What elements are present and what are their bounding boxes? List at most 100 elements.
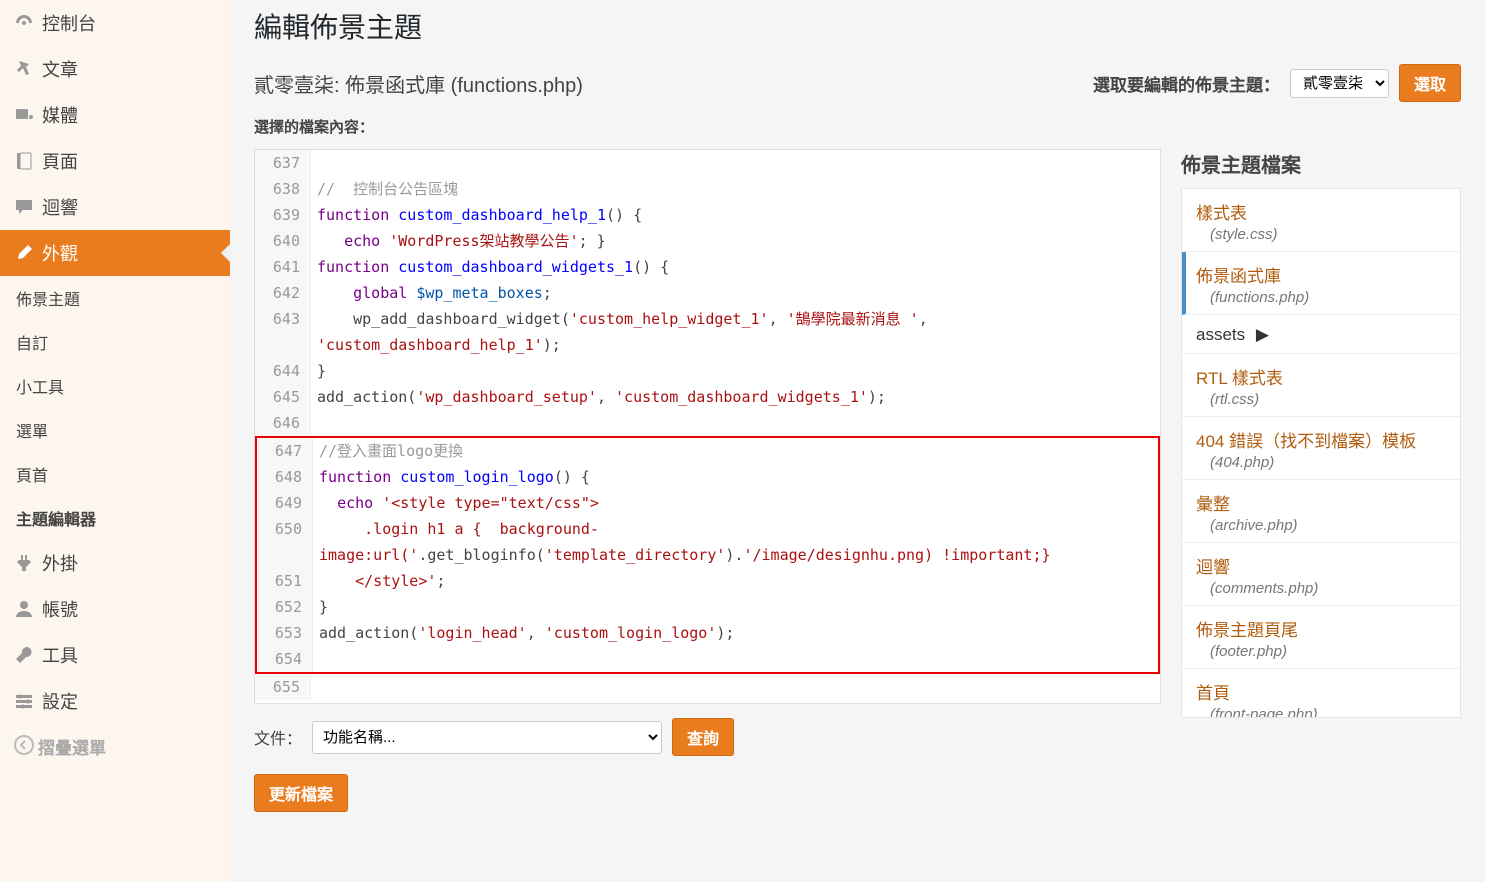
file-subname: (style.css) [1210,226,1446,243]
file-subname: (404.php) [1210,454,1446,471]
doc-label: 文件： [254,725,302,749]
line-number: 654 [257,646,313,672]
code-content: function custom_dashboard_widgets_1() { [311,254,1160,280]
theme-select[interactable]: 貳零壹柒 [1290,69,1389,98]
theme-file-item[interactable]: 佈景主題頁尾(footer.php) [1182,606,1460,669]
page-icon [14,151,38,171]
code-line: 638// 控制台公告區塊 [255,176,1160,202]
line-number: 645 [255,384,311,410]
code-content: // 控制台公告區塊 [311,176,1160,202]
sidebar-item-label: 外觀 [42,240,78,266]
code-content: //登入畫面logo更換 [313,438,1158,464]
code-content: } [311,358,1160,384]
file-content-label: 選擇的檔案內容： [254,116,1461,137]
code-line: 639function custom_dashboard_help_1() { [255,202,1160,228]
sidebar-item-label: 設定 [42,688,78,714]
file-name: 迴響 [1196,553,1446,578]
theme-file-item[interactable]: 404 錯誤（找不到檔案）模板(404.php) [1182,417,1460,480]
appearance-icon [14,243,38,263]
sidebar-item-comment[interactable]: 迴響 [0,184,230,230]
page-title: 編輯佈景主題 [254,6,1461,46]
collapse-label: 摺疊選單 [38,734,106,759]
sidebar-item-appearance[interactable]: 外觀 [0,230,230,276]
sidebar-item-label: 媒體 [42,102,78,128]
theme-file-item[interactable]: RTL 樣式表(rtl.css) [1182,354,1460,417]
sidebar-item-label: 外掛 [42,550,78,576]
main-content: 編輯佈景主題 貳零壹柒: 佈景函式庫 (functions.php) 選取要編輯… [230,0,1485,882]
select-theme-label: 選取要編輯的佈景主題： [1093,71,1280,96]
code-line: 640 echo 'WordPress架站教學公告'; } [255,228,1160,254]
admin-sidebar: 控制台文章媒體頁面迴響外觀佈景主題自訂小工具選單頁首主題編輯器外掛帳號工具設定 … [0,0,230,882]
plugin-icon [14,553,38,573]
line-number: 653 [257,620,313,646]
sidebar-item-label: 文章 [42,56,78,82]
sidebar-item-tool[interactable]: 工具 [0,632,230,678]
code-line: 653add_action('login_head', 'custom_logi… [257,620,1158,646]
theme-file-item[interactable]: 迴響 (comments.php) [1182,543,1460,606]
sidebar-subitem[interactable]: 選單 [0,408,230,452]
theme-file-item[interactable]: 彙整(archive.php) [1182,480,1460,543]
code-content: add_action('login_head', 'custom_login_l… [313,620,1158,646]
code-line: 646 [255,410,1160,436]
sidebar-item-label: 控制台 [42,10,96,36]
sidebar-subitem[interactable]: 主題編輯器 [0,496,230,540]
code-line: 641function custom_dashboard_widgets_1()… [255,254,1160,280]
code-content [311,410,1160,436]
file-subname: (comments.php) [1210,580,1446,597]
line-number: 655 [255,674,311,700]
file-subname: (footer.php) [1210,643,1446,660]
sidebar-item-label: 工具 [42,642,78,668]
code-content: global $wp_meta_boxes; [311,280,1160,306]
line-number: 642 [255,280,311,306]
highlighted-code-block: 647//登入畫面logo更換648function custom_login_… [255,436,1160,674]
sidebar-subitem[interactable]: 佈景主題 [0,276,230,320]
sidebar-item-settings[interactable]: 設定 [0,678,230,724]
code-content: </style>'; [313,568,1158,594]
sidebar-item-plugin[interactable]: 外掛 [0,540,230,586]
theme-folder-item[interactable]: assets ▶ [1182,315,1460,354]
select-button[interactable]: 選取 [1399,64,1461,102]
sidebar-item-media[interactable]: 媒體 [0,92,230,138]
code-content: add_action('wp_dashboard_setup', 'custom… [311,384,1160,410]
sidebar-item-label: 帳號 [42,596,78,622]
code-content: echo '<style type="text/css"> [313,490,1158,516]
code-line: 643 wp_add_dashboard_widget('custom_help… [255,306,1160,358]
line-number: 650 [257,516,313,568]
theme-file-item[interactable]: 樣式表(style.css) [1182,189,1460,252]
query-button[interactable]: 查詢 [672,718,734,756]
line-number: 639 [255,202,311,228]
code-content: } [313,594,1158,620]
doc-function-select[interactable]: 功能名稱... [312,721,662,754]
theme-file-item[interactable]: 佈景函式庫(functions.php) [1182,252,1460,315]
sidebar-subitem[interactable]: 小工具 [0,364,230,408]
sidebar-item-label: 迴響 [42,194,78,220]
file-subname: (functions.php) [1210,289,1446,306]
code-line: 644} [255,358,1160,384]
sidebar-item-pin[interactable]: 文章 [0,46,230,92]
code-content: .login h1 a { background-image:url('.get… [313,516,1158,568]
code-line: 647//登入畫面logo更換 [257,438,1158,464]
sidebar-item-dashboard[interactable]: 控制台 [0,0,230,46]
sidebar-subitem[interactable]: 自訂 [0,320,230,364]
theme-file-item[interactable]: 首頁(front-page.php) [1182,669,1460,718]
pin-icon [14,59,38,79]
sidebar-item-user[interactable]: 帳號 [0,586,230,632]
file-subname: (rtl.css) [1210,391,1446,408]
code-line: 649 echo '<style type="text/css"> [257,490,1158,516]
line-number: 641 [255,254,311,280]
code-line: 655 [255,674,1160,700]
sidebar-item-page[interactable]: 頁面 [0,138,230,184]
collapse-icon [14,735,34,758]
settings-icon [14,691,38,711]
media-icon [14,105,38,125]
sidebar-subitem[interactable]: 頁首 [0,452,230,496]
collapse-menu[interactable]: 摺疊選單 [0,724,230,769]
update-file-button[interactable]: 更新檔案 [254,774,348,812]
file-name: 首頁 [1196,679,1446,704]
code-editor[interactable]: 637 638// 控制台公告區塊639function custom_dash… [254,149,1161,704]
comment-icon [14,197,38,217]
current-file-heading: 貳零壹柒: 佈景函式庫 (functions.php) [254,69,583,98]
code-line: 637 [255,150,1160,176]
sidebar-item-label: 頁面 [42,148,78,174]
line-number: 652 [257,594,313,620]
